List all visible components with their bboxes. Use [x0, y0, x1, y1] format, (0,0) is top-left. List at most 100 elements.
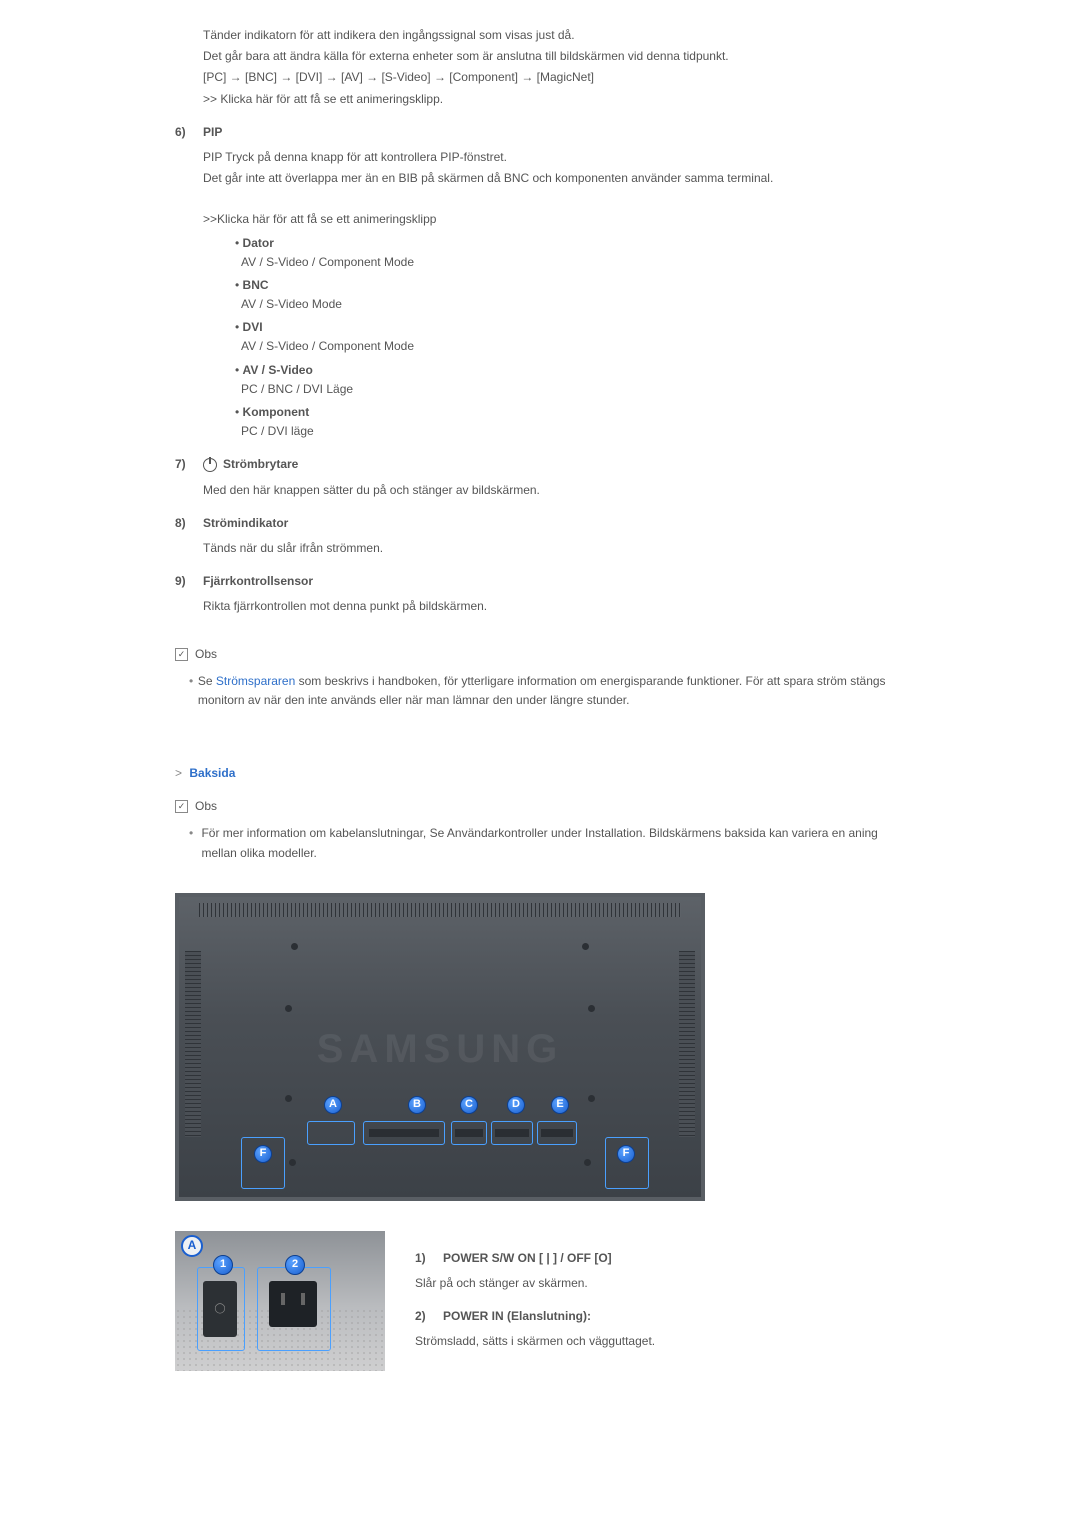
- pip-bullet-label: AV / S-Video: [243, 363, 313, 377]
- obs-1-bullet: • Se Strömspararen som beskrivs i handbo…: [189, 672, 910, 710]
- obs-2-label: Obs: [195, 797, 217, 816]
- intro-line-1: Tänder indikatorn för att indikera den i…: [203, 26, 910, 45]
- pip-line-2: Det går inte att överlappa mer än en BIB…: [203, 169, 910, 188]
- port-slot: [495, 1129, 529, 1137]
- port-badge-b: B: [408, 1096, 426, 1114]
- screw-icon: [285, 1005, 292, 1012]
- document-page: Tänder indikatorn för att indikera den i…: [175, 0, 910, 1371]
- obs-1-header: ✓ Obs: [175, 645, 910, 664]
- check-icon: ✓: [175, 800, 188, 813]
- port-outline-a: [307, 1121, 355, 1145]
- power-line-1: Med den här knappen sätter du på och stä…: [203, 481, 910, 500]
- section-7-body: Med den här knappen sätter du på och stä…: [203, 481, 910, 500]
- power-switch-icon: ◯: [203, 1281, 237, 1337]
- obs-1-text: Se Strömspararen som beskrivs i handboke…: [198, 672, 910, 710]
- power-closeup-image: A ◯ 1 2: [175, 1231, 385, 1371]
- pip-bullet-sub: PC / DVI läge: [241, 422, 910, 441]
- samsung-logo: SAMSUNG: [179, 1017, 701, 1081]
- screw-icon: [588, 1095, 595, 1102]
- section-8-num: 8): [175, 514, 203, 533]
- pip-bullet: • AV / S-Video: [235, 361, 910, 380]
- power-row-2-num: 2): [415, 1307, 443, 1326]
- section-7-num: 7): [175, 455, 203, 474]
- pip-bullet-sub: AV / S-Video Mode: [241, 295, 910, 314]
- obs-2-bullet: • För mer information om kabelanslutning…: [189, 824, 910, 862]
- screw-icon: [582, 943, 589, 950]
- section-9-header: 9) Fjärrkontrollsensor: [175, 572, 910, 591]
- bullet-dot-icon: •: [189, 824, 201, 862]
- screw-icon: [285, 1095, 292, 1102]
- section-8-body: Tänds när du slår ifrån strömmen.: [203, 539, 910, 558]
- obs-1-label: Obs: [195, 645, 217, 664]
- baksida-header: > Baksida: [175, 764, 910, 783]
- port-outline-f-left: [241, 1137, 285, 1189]
- bullet-dot-icon: •: [189, 672, 198, 710]
- pip-bullet-sub: AV / S-Video / Component Mode: [241, 337, 910, 356]
- section-9-num: 9): [175, 572, 203, 591]
- section-9-body: Rikta fjärrkontrollen mot denna punkt på…: [203, 597, 910, 616]
- check-icon: ✓: [175, 648, 188, 661]
- intro-line-2: Det går bara att ändra källa för externa…: [203, 47, 910, 66]
- port-badge-d: D: [507, 1096, 525, 1114]
- power-inlet-icon: [269, 1281, 317, 1327]
- indicator-line-1: Tänds när du slår ifrån strömmen.: [203, 539, 910, 558]
- section-6-header: 6) PIP: [175, 123, 910, 142]
- intro-line-4: >> Klicka här för att få se ett animerin…: [203, 90, 910, 109]
- intro-line-3: [PC] → [BNC] → [DVI] → [AV] → [S-Video] …: [203, 68, 910, 87]
- port-slot: [369, 1129, 439, 1137]
- pip-bullet-label: Dator: [243, 236, 274, 250]
- screw-icon: [588, 1005, 595, 1012]
- section-8-title: Strömindikator: [203, 514, 288, 533]
- rear-panel-image: SAMSUNG A B C D E F F: [175, 893, 705, 1201]
- section-6-num: 6): [175, 123, 203, 142]
- obs-2-header: ✓ Obs: [175, 797, 910, 816]
- closeup-badge-a: A: [181, 1235, 203, 1257]
- pip-bullet-sub: AV / S-Video / Component Mode: [241, 253, 910, 272]
- pip-bullet: • DVI: [235, 318, 910, 337]
- power-row-1-title: POWER S/W ON [ | ] / OFF [O]: [443, 1249, 612, 1268]
- pip-bullet-sub: PC / BNC / DVI Läge: [241, 380, 910, 399]
- port-badge-e: E: [551, 1096, 569, 1114]
- pip-bullet: • Komponent: [235, 403, 910, 422]
- pip-bullet: • Dator: [235, 234, 910, 253]
- screw-icon: [289, 1159, 296, 1166]
- section-7-header: 7) Strömbrytare: [175, 455, 910, 474]
- pip-bullet-label: DVI: [243, 320, 263, 334]
- section-6-title: PIP: [203, 123, 222, 142]
- power-row-1: 1) POWER S/W ON [ | ] / OFF [O]: [415, 1249, 910, 1268]
- chevron-right-icon: >: [175, 766, 182, 780]
- section-7-title-text: Strömbrytare: [223, 455, 298, 474]
- screw-icon: [291, 943, 298, 950]
- port-slot: [541, 1129, 573, 1137]
- port-badge-c: C: [460, 1096, 478, 1114]
- remote-line-1: Rikta fjärrkontrollen mot denna punkt på…: [203, 597, 910, 616]
- baksida-title: Baksida: [189, 766, 235, 780]
- pip-line-3: >>Klicka här för att få se ett animering…: [203, 210, 910, 229]
- section-7-title: Strömbrytare: [203, 455, 298, 474]
- power-row-2-desc: Strömsladd, sätts i skärmen och väggutta…: [415, 1332, 910, 1351]
- closeup-num-2: 2: [285, 1255, 305, 1275]
- power-section-row: A ◯ 1 2 1) POWER S/W ON [ | ] / OFF [O] …: [175, 1231, 910, 1371]
- power-row-2: 2) POWER IN (Elanslutning):: [415, 1307, 910, 1326]
- obs-2-text: För mer information om kabelanslutningar…: [201, 824, 910, 862]
- power-row-2-title: POWER IN (Elanslutning):: [443, 1307, 591, 1326]
- port-outline-f-right: [605, 1137, 649, 1189]
- pip-line-1: PIP Tryck på denna knapp för att kontrol…: [203, 148, 910, 167]
- section-6-body: PIP Tryck på denna knapp för att kontrol…: [203, 148, 910, 441]
- power-description: 1) POWER S/W ON [ | ] / OFF [O] Slår på …: [415, 1249, 910, 1371]
- screw-icon: [584, 1159, 591, 1166]
- port-slot: [455, 1129, 483, 1137]
- intro-block: Tänder indikatorn för att indikera den i…: [203, 26, 910, 109]
- section-9-title: Fjärrkontrollsensor: [203, 572, 313, 591]
- pip-bullet: • BNC: [235, 276, 910, 295]
- pip-bullet-label: Komponent: [243, 405, 310, 419]
- obs-1-pre: Se: [198, 674, 216, 688]
- power-row-1-num: 1): [415, 1249, 443, 1268]
- power-row-1-desc: Slår på och stänger av skärmen.: [415, 1274, 910, 1293]
- stromspararen-link[interactable]: Strömspararen: [216, 674, 295, 688]
- pip-bullet-label: BNC: [243, 278, 269, 292]
- power-icon: [203, 458, 217, 472]
- vent-top: [199, 903, 681, 917]
- obs-1-post: som beskrivs i handboken, för ytterligar…: [198, 674, 886, 707]
- closeup-num-1: 1: [213, 1255, 233, 1275]
